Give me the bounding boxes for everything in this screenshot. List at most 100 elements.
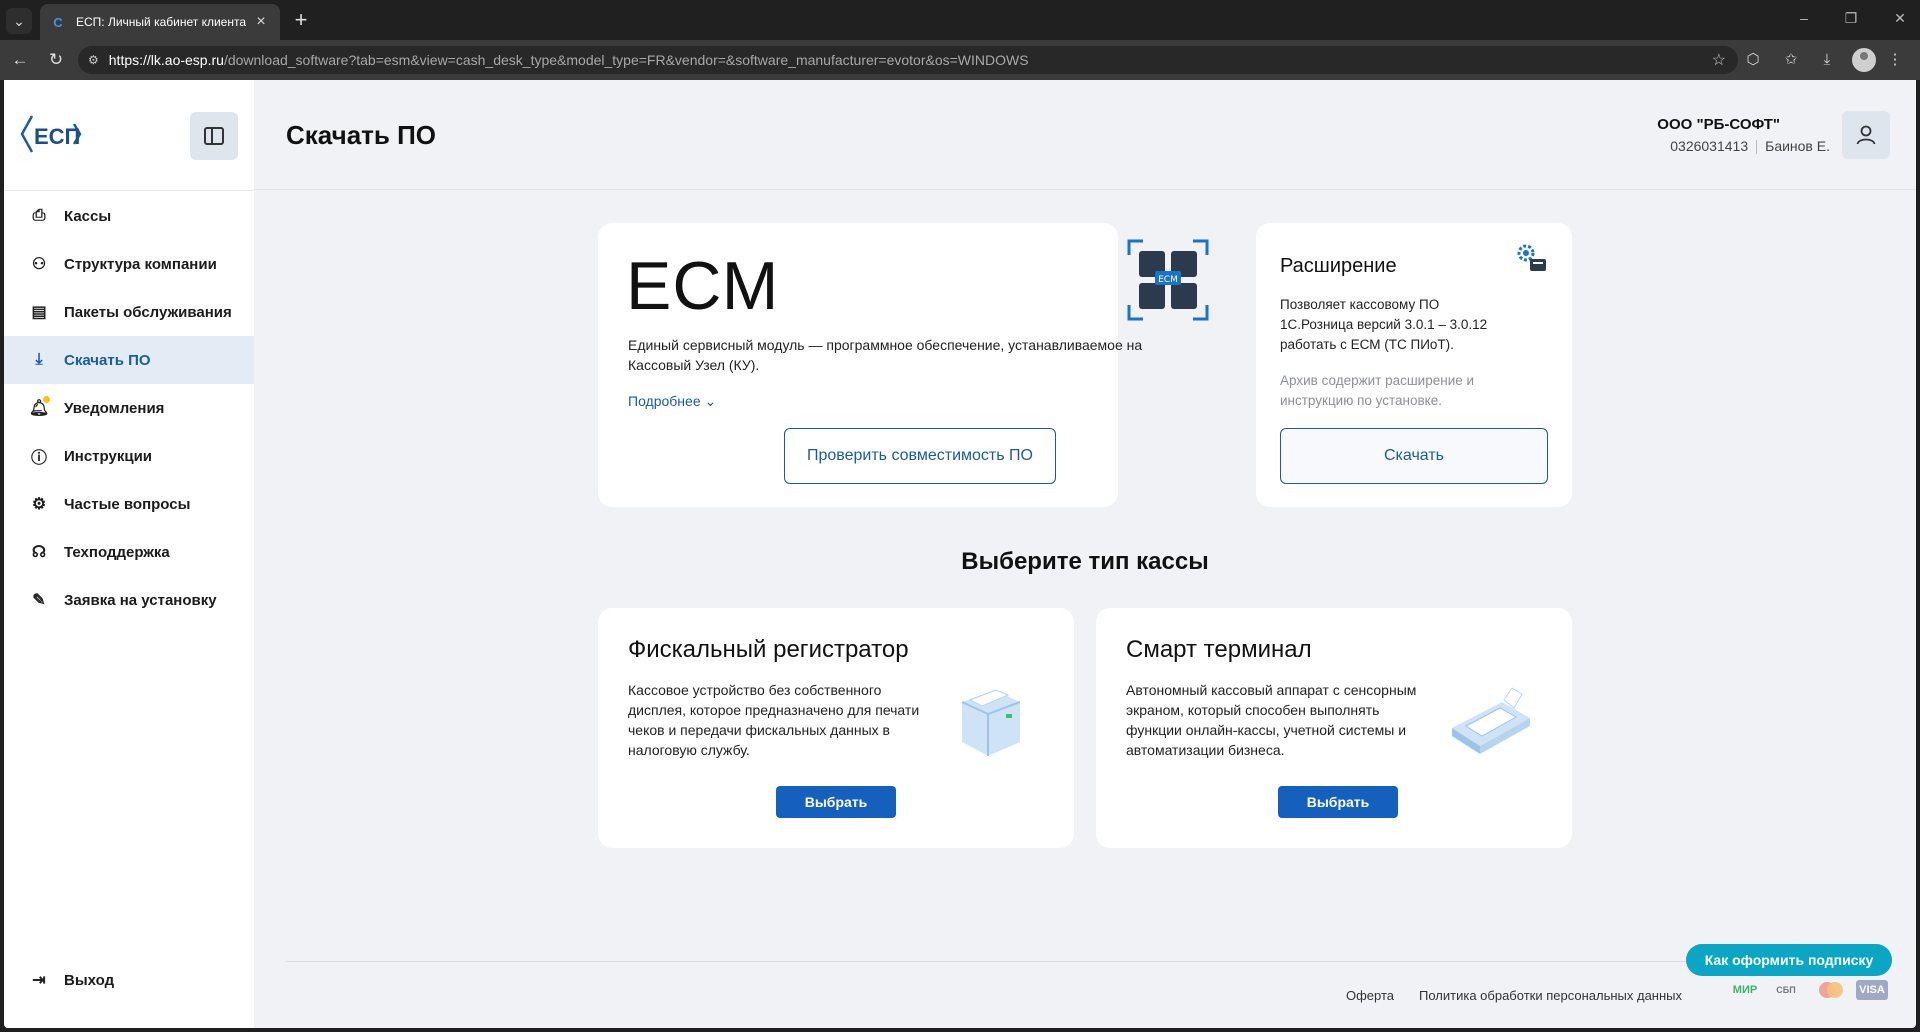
- url-host: https://lk.ao-esp.ru: [108, 52, 224, 68]
- sidebar-item-company-structure[interactable]: ⚇ Структура компании: [4, 240, 254, 288]
- sidebar-item-label: Кассы: [64, 207, 112, 225]
- check-compatibility-button[interactable]: Проверить совместимость ПО: [784, 428, 1056, 484]
- site-info-icon[interactable]: ⚙: [88, 53, 99, 67]
- reload-icon[interactable]: ↻: [44, 48, 68, 72]
- sidebar-item-download-software[interactable]: ⤓ Скачать ПО: [4, 336, 254, 384]
- smart-terminal-icon: [1452, 687, 1530, 754]
- sidebar-toggle-icon: [204, 127, 224, 145]
- sidebar-item-faq[interactable]: ⚙ Частые вопросы: [4, 480, 254, 528]
- mastercard-logo: [1814, 980, 1848, 1000]
- faq-icon: ⚙: [31, 496, 47, 513]
- package-icon: ▤: [31, 304, 47, 321]
- info-icon: ⓘ: [30, 450, 47, 467]
- bookmark-star-icon[interactable]: ☆: [1712, 50, 1726, 70]
- fiscal-registrar-description: Кассовое устройство без собственного дис…: [628, 682, 920, 758]
- details-separator: [1756, 140, 1758, 155]
- sidebar-item-instructions[interactable]: ⓘ Инструкции: [4, 432, 254, 480]
- privacy-policy-link[interactable]: Политика обработки персональных данных: [1419, 988, 1682, 1003]
- sidebar-collapse-button[interactable]: [190, 112, 238, 160]
- how-to-subscribe-button[interactable]: Как оформить подписку: [1686, 944, 1892, 976]
- smart-terminal-card[interactable]: Смарт терминал Автономный кассовый аппар…: [1096, 608, 1572, 848]
- ecm-card: ЕСМ ECM Единый сервисный модуль — програ…: [598, 223, 1209, 507]
- user-profile-button[interactable]: [1842, 111, 1890, 159]
- back-icon[interactable]: ←: [8, 48, 32, 72]
- tab-close-icon[interactable]: ×: [252, 13, 270, 31]
- logout-button[interactable]: ⇥ Выход: [4, 956, 254, 1004]
- sidebar-item-label: Заявка на установку: [64, 591, 217, 609]
- sidebar-item-service-packages[interactable]: ▤ Пакеты обслуживания: [4, 288, 254, 336]
- more-link-label: Подробнее: [628, 393, 701, 409]
- site-favicon-icon: C: [53, 14, 63, 30]
- minimize-window-icon[interactable]: –: [1794, 10, 1814, 26]
- smart-terminal-description: Автономный кассовый аппарат с сенсорным …: [1126, 682, 1417, 758]
- sidebar-item-notifications[interactable]: 🔔︎ Уведомления: [4, 384, 254, 432]
- offer-link[interactable]: Оферта: [1346, 988, 1394, 1003]
- sidebar-item-install-request[interactable]: ✎ Заявка на установку: [4, 576, 254, 624]
- smart-terminal-title: Смарт терминал: [1126, 636, 1312, 663]
- sidebar-divider: [4, 190, 254, 191]
- extension-description: Позволяет кассовому ПО 1С.Розница версий…: [1280, 297, 1488, 352]
- ecm-description: Единый сервисный модуль — программное об…: [628, 337, 1143, 373]
- fiscal-registrar-card[interactable]: Фискальный регистратор Кассовое устройст…: [598, 608, 1074, 848]
- fiscal-registrar-title: Фискальный регистратор: [628, 636, 909, 663]
- browser-tab[interactable]: C ЕСП: Личный кабинет клиента ×: [40, 4, 280, 40]
- notification-dot: [43, 396, 50, 403]
- extension-gears-icon: [1517, 244, 1546, 271]
- chevron-down-icon: ⌄: [704, 393, 717, 409]
- browser-profile-avatar[interactable]: [1852, 48, 1876, 72]
- sidebar-item-label: Уведомления: [64, 399, 165, 417]
- address-bar-row: ← ↻ ⚙ https://lk.ao-esp.ru/download_soft…: [0, 40, 1920, 80]
- ecm-more-link[interactable]: Подробнее ⌄: [628, 393, 716, 410]
- cash-register-icon: ⎙: [32, 207, 46, 224]
- request-icon: ✎: [32, 592, 46, 609]
- mastercard-icon: [1819, 982, 1843, 998]
- footer-divider: [286, 961, 1888, 962]
- logout-label: Выход: [64, 971, 115, 989]
- favorites-icon[interactable]: ✩: [1780, 49, 1802, 71]
- fiscal-printer-icon: [961, 689, 1021, 756]
- extension-note: Архив содержит расширение и инструкцию п…: [1280, 373, 1475, 408]
- section-title: Выберите тип кассы: [961, 548, 1209, 575]
- sidebar-item-label: Техподдержка: [64, 543, 170, 561]
- sidebar-item-label: Структура компании: [64, 255, 217, 273]
- mir-logo: МИР: [1732, 984, 1758, 996]
- esp-logo[interactable]: ЕСП: [18, 114, 88, 154]
- select-smart-terminal-button[interactable]: Выбрать: [1278, 786, 1398, 818]
- sbp-logo: СБП: [1776, 985, 1796, 995]
- extension-card: Расширение Позволяет кассовому ПО 1С.Роз…: [1256, 223, 1572, 507]
- sidebar: ЕСП ⎙ Кассы ⚇ Структура компании ▤ Пакет…: [4, 80, 254, 1028]
- sidebar-item-label: Частые вопросы: [64, 495, 191, 513]
- url-path: /download_software?tab=esm&view=cash_des…: [223, 52, 1029, 68]
- download-extension-button[interactable]: Скачать: [1280, 428, 1548, 484]
- ecm-module-icon: ECM: [1127, 239, 1209, 321]
- visa-logo: VISA: [1856, 980, 1888, 1000]
- sidebar-item-label: Пакеты обслуживания: [64, 303, 232, 321]
- page-header: Скачать ПО ООО "РБ-СОФТ" 0326031413 Баино…: [254, 80, 1916, 190]
- url-input[interactable]: ⚙ https://lk.ao-esp.ru/download_software…: [78, 46, 1738, 74]
- browser-menu-icon[interactable]: ⋮: [1884, 49, 1906, 71]
- organization-details: 0326031413 Баинов Е.: [1670, 138, 1830, 155]
- logout-container: ⇥ Выход: [4, 956, 254, 1004]
- browser-tab-bar: ⌄ C ЕСП: Личный кабинет клиента × + – ❐ …: [0, 0, 1920, 40]
- hierarchy-icon: ⚇: [31, 256, 47, 273]
- close-window-icon[interactable]: ✕: [1890, 10, 1910, 27]
- sidebar-item-label: Скачать ПО: [64, 351, 151, 369]
- tab-list-button[interactable]: ⌄: [6, 8, 32, 34]
- new-tab-button[interactable]: +: [288, 8, 314, 34]
- tab-title: ЕСП: Личный кабинет клиента: [76, 15, 247, 29]
- restore-window-icon[interactable]: ❐: [1841, 10, 1861, 27]
- ecm-title: ЕСМ: [626, 248, 780, 324]
- ecm-badge-text: ECM: [1158, 275, 1178, 285]
- user-icon: [1856, 125, 1876, 145]
- select-fiscal-registrar-button[interactable]: Выбрать: [776, 786, 896, 818]
- extension-title: Расширение: [1280, 255, 1397, 277]
- headset-icon: ☊: [31, 544, 47, 561]
- downloads-icon[interactable]: ⤓: [1816, 49, 1838, 71]
- sidebar-item-kassy[interactable]: ⎙ Кассы: [4, 192, 254, 240]
- web-page: ЕСП ⎙ Кассы ⚇ Структура компании ▤ Пакет…: [4, 80, 1916, 1028]
- extensions-icon[interactable]: ⬡: [1742, 49, 1764, 71]
- user-name: Баинов Е.: [1765, 138, 1830, 154]
- organization-name: ООО "РБ-СОФТ": [1657, 116, 1780, 133]
- sidebar-item-support[interactable]: ☊ Техподдержка: [4, 528, 254, 576]
- page-title: Скачать ПО: [286, 120, 437, 150]
